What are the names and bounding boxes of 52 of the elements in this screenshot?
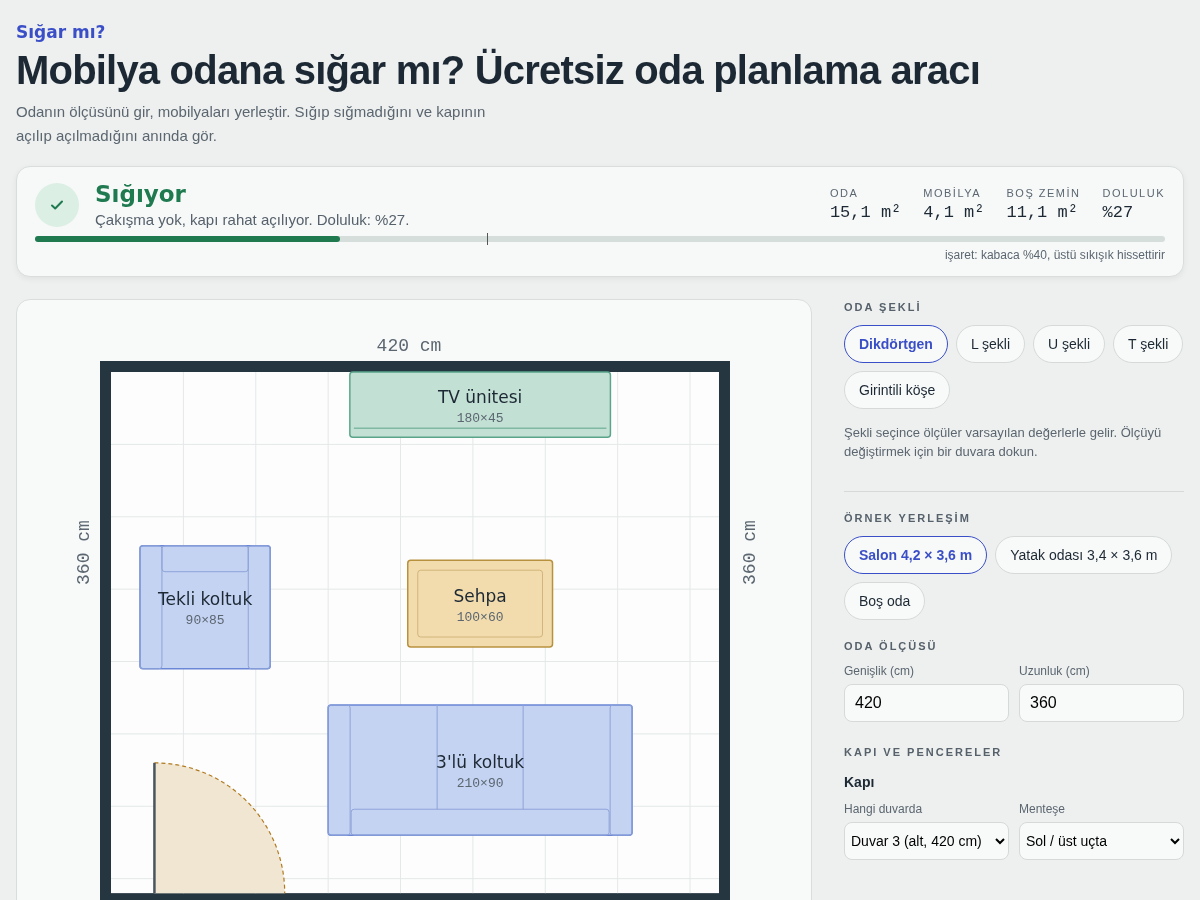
furniture-name: 3'lü koltuk [436,752,525,773]
height-label: 360 cm [74,520,94,585]
section-heading: KAPI VE PENCERELER [844,746,1004,758]
furniture-name: TV ünitesi [437,386,523,407]
furniture-piece[interactable] [349,371,612,438]
stat-value: 4,1 m² [923,203,985,222]
shape-chip[interactable]: L şekli [955,325,1026,363]
width-label: 420 cm [376,336,442,356]
threshold-note: işaret: kabaca %40, üstü sıkışık hissettirir [943,248,1165,262]
furniture-piece[interactable] [407,559,554,648]
description: Odanın ölçüsünü gir, mobilyaları yerleştir. Sığıp sığmadığını ve kapının açılıp açılmadığını anında gör. [16,102,487,146]
shape-hint: Şekli seçince ölçüler varsayılan değerlerle gelir. Ölçüyü değiştirmek için bir duvara dokun. [844,424,1163,461]
section-heading: ODA ŞEKLİ [844,301,923,313]
field-label: Uzunluk (cm) [1019,664,1091,678]
dropdown[interactable]: Sol / üst uçta [1019,822,1184,860]
furniture-size: 90×85 [185,613,225,629]
status-message: Çakışma yok, kapı rahat açılıyor. Doluluk: %27. [95,211,411,228]
furniture-size: 100×60 [456,609,504,625]
furniture-piece[interactable] [327,704,633,836]
door-title: Kapı [844,774,876,790]
eyebrow: Sığar mı? [16,22,107,42]
furniture-piece[interactable] [139,544,271,670]
section-heading: ODA ÖLÇÜSÜ [844,640,939,652]
height-label: 360 cm [740,520,760,585]
preset-chip[interactable]: Boş oda [844,582,926,620]
check-icon [35,182,79,227]
input-field[interactable]: 360 [1019,684,1184,722]
input-field[interactable]: 420 [844,684,1009,722]
stat-value: 15,1 m² [829,203,902,222]
furniture-name: Sehpa [453,585,507,606]
stat-label: DOLULUK [1102,187,1165,199]
stat-value: %27 [1102,203,1135,222]
shape-chip[interactable]: U şekli [1033,325,1106,363]
section-heading: ÖRNEK YERLEŞİM [844,512,972,524]
field-label: Hangi duvarda [844,802,924,816]
stat-label: MOBİLYA [923,187,983,199]
dropdown[interactable]: Duvar 3 (alt, 420 cm) [844,822,1009,860]
shape-chip[interactable]: T şekli [1113,325,1184,363]
furniture-name: Tekli koltuk [157,589,253,610]
status-title: Sığıyor [95,181,187,207]
preset-chip[interactable]: Yatak odası 3,4 × 3,6 m [995,536,1173,574]
furniture-size: 210×90 [456,776,504,792]
shape-chip[interactable]: Dikdörtgen [844,325,948,363]
furniture-size: 180×45 [456,410,504,426]
shape-chip[interactable]: Girintili köşe [844,371,951,409]
field-label: Menteşe [1019,802,1067,816]
stat-value: 11,1 m² [1006,203,1079,222]
stat-label: BOŞ ZEMİN [1006,187,1081,199]
stat-label: ODA [829,187,860,199]
field-label: Genişlik (cm) [844,664,915,678]
preset-chip[interactable]: Salon 4,2 × 3,6 m [844,536,988,574]
page-title: Mobilya odana sığar mı? Ücretsiz oda planlama aracı [16,47,981,94]
